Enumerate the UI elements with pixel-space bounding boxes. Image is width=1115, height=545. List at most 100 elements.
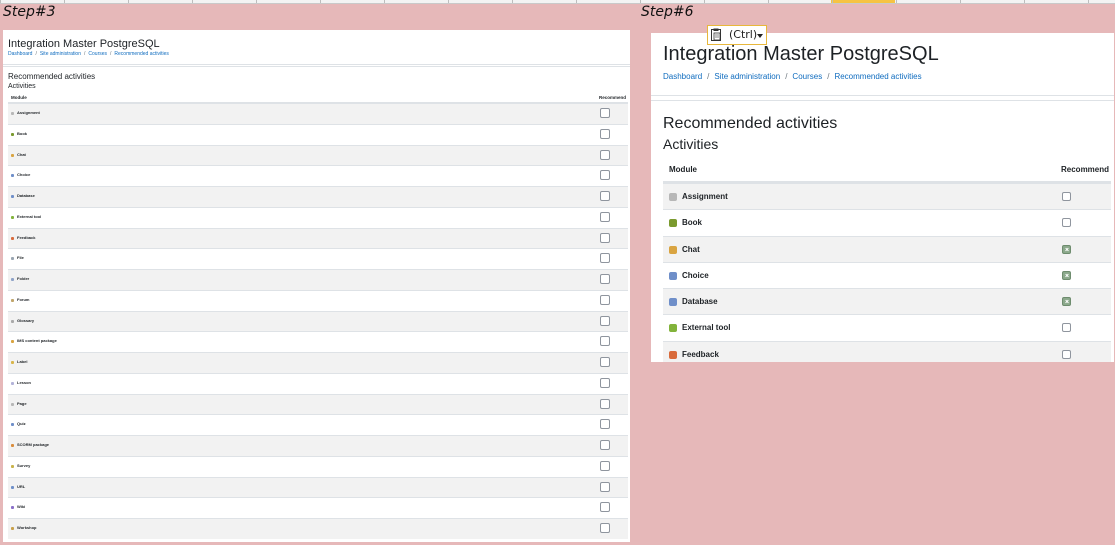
recommend-checkbox[interactable]	[1062, 297, 1071, 307]
recommend-checkbox[interactable]	[1062, 270, 1071, 280]
module-name: Workshop	[17, 525, 37, 530]
recommend-checkbox[interactable]	[600, 149, 610, 160]
table-row: Choice	[663, 261, 1111, 288]
breadcrumb-recommended-activities[interactable]: Recommended activities	[834, 72, 921, 81]
table-row: Book	[8, 123, 628, 145]
ruler-tick	[576, 0, 577, 3]
column-header-module: Module	[669, 165, 697, 174]
module-name: IMS content package	[17, 338, 57, 344]
table-body: Assignment Book Chat Choice Database External…	[663, 183, 1111, 362]
recommend-checkbox[interactable]	[600, 294, 610, 305]
module-name: Folder	[17, 276, 30, 281]
recommend-checkbox[interactable]	[1062, 323, 1071, 333]
wiki-icon	[11, 506, 14, 510]
recommend-checkbox[interactable]	[600, 253, 610, 264]
divider	[3, 66, 630, 67]
breadcrumb-dashboard[interactable]: Dashboard	[8, 51, 32, 57]
module-name: Assignment	[682, 192, 728, 201]
activities-table: Module Recommend Assignment Book Chat Choic…	[663, 157, 1111, 362]
module-name: Glossary	[17, 317, 35, 323]
module-name: Database	[17, 193, 35, 198]
step3-screenshot: Integration Master PostgreSQL Dashboard /…	[3, 30, 630, 542]
recommend-checkbox[interactable]	[1062, 218, 1071, 228]
table-row: Lesson	[8, 372, 628, 394]
step6-screenshot: Integration Master PostgreSQL Dashboard /…	[651, 33, 1114, 362]
ruler-tick	[704, 0, 705, 3]
glossary-icon	[11, 319, 14, 323]
recommend-checkbox[interactable]	[600, 419, 610, 430]
table-row: Assignment	[8, 103, 628, 124]
table-row: External tool	[663, 314, 1111, 340]
breadcrumb-site-administration[interactable]: Site administration	[714, 72, 780, 81]
recommend-checkbox[interactable]	[600, 191, 610, 201]
recommend-checkbox[interactable]	[1062, 192, 1071, 201]
recommend-checkbox[interactable]	[600, 211, 610, 222]
url-icon	[11, 485, 14, 489]
ruler-tick	[0, 0, 1, 3]
ruler-tick	[768, 0, 769, 3]
step6-label: Step#6	[641, 4, 694, 20]
recommend-checkbox[interactable]	[600, 523, 610, 533]
table-row: Glossary	[8, 310, 628, 332]
module-name: Feedback	[17, 234, 36, 240]
table-row: Chat	[663, 235, 1111, 262]
table-row: External tool	[8, 206, 628, 228]
survey-icon	[11, 464, 14, 468]
chat-icon	[669, 245, 677, 254]
table-row: Feedback	[8, 227, 628, 249]
table-row: Assignment	[663, 183, 1111, 210]
section-subheading: Activities	[663, 136, 719, 152]
book-icon	[669, 219, 677, 228]
ruler-tick	[192, 0, 193, 3]
forum-icon	[11, 298, 14, 302]
recommend-checkbox[interactable]	[600, 481, 610, 492]
module-name: Quiz	[17, 421, 26, 427]
recommend-checkbox[interactable]	[600, 377, 610, 388]
ruler-tick	[1024, 0, 1025, 3]
paste-options-button[interactable]: (Ctrl)	[707, 25, 767, 45]
recommend-checkbox[interactable]	[600, 232, 610, 243]
assignment-icon	[11, 112, 14, 115]
recommend-checkbox[interactable]	[600, 460, 610, 471]
breadcrumb-dashboard[interactable]: Dashboard	[663, 72, 702, 81]
recommend-checkbox[interactable]	[600, 502, 610, 513]
breadcrumb-site-administration[interactable]: Site administration	[40, 51, 81, 57]
recommend-checkbox[interactable]	[1062, 349, 1071, 359]
recommend-checkbox[interactable]	[600, 170, 610, 181]
breadcrumb: Dashboard / Site administration / Courses / Re…	[8, 51, 169, 57]
recommend-checkbox[interactable]	[1062, 244, 1071, 254]
module-name: Chat	[17, 151, 26, 157]
ruler-tick	[256, 0, 257, 3]
assignment-icon	[669, 193, 677, 201]
divider	[3, 64, 630, 65]
breadcrumb-courses[interactable]: Courses	[88, 51, 107, 57]
ruler-tick	[832, 0, 833, 3]
module-name: Feedback	[682, 349, 719, 359]
recommend-checkbox[interactable]	[600, 128, 610, 139]
table-row: SCORM package	[8, 435, 628, 456]
ruler-selection	[831, 0, 895, 3]
recommend-checkbox[interactable]	[600, 398, 610, 409]
chevron-down-icon	[757, 34, 763, 38]
breadcrumb-recommended-activities[interactable]: Recommended activities	[114, 51, 168, 57]
breadcrumb-courses[interactable]: Courses	[792, 72, 822, 81]
ruler-tick	[320, 0, 321, 3]
table-row: Page	[8, 393, 628, 415]
step3-label: Step#3	[3, 4, 56, 20]
column-header-recommend: Recommend	[599, 95, 627, 100]
table-header: Module Recommend	[8, 93, 628, 103]
ruler-tick	[448, 0, 449, 3]
table-row: Database	[8, 186, 628, 207]
recommend-checkbox[interactable]	[600, 108, 610, 118]
recommend-checkbox[interactable]	[600, 315, 610, 326]
recommend-checkbox[interactable]	[600, 274, 610, 284]
recommend-checkbox[interactable]	[600, 336, 610, 347]
section-heading: Recommended activities	[8, 72, 96, 81]
recommend-checkbox[interactable]	[600, 440, 610, 450]
folder-icon	[11, 278, 14, 281]
recommend-checkbox[interactable]	[600, 357, 610, 367]
table-header: Module Recommend	[663, 157, 1111, 183]
table-row: Feedback	[663, 340, 1111, 362]
activities-table: Module Recommend Assignment Book Chat Choic…	[8, 93, 628, 539]
ruler-tick	[960, 0, 961, 3]
